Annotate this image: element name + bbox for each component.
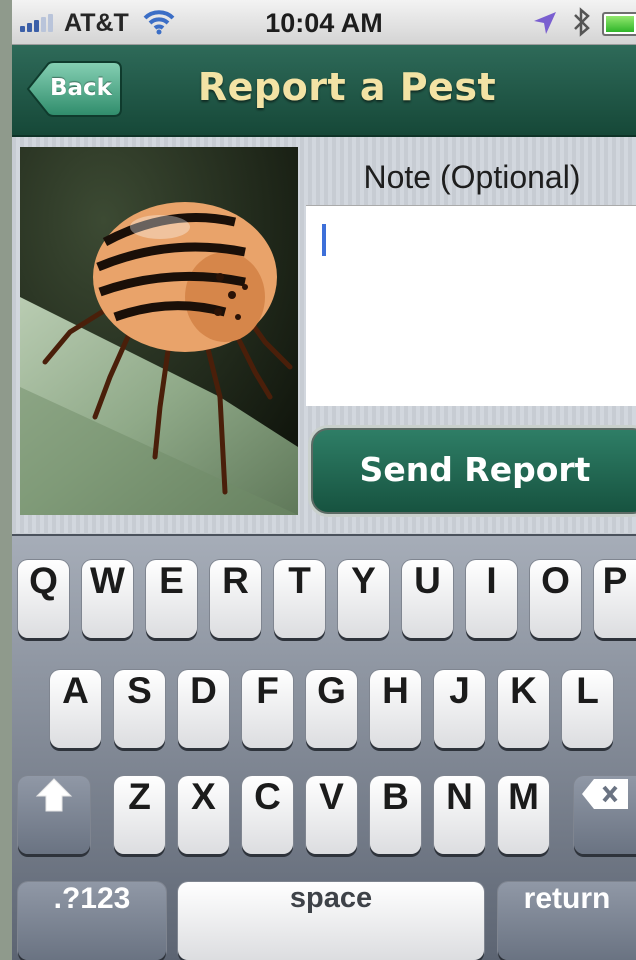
page-title: Report a Pest <box>197 65 497 109</box>
key-d[interactable]: D <box>178 670 229 748</box>
key-g[interactable]: G <box>306 670 357 748</box>
send-report-label: Send Report <box>359 450 591 489</box>
phone-screen: AT&T 10:04 AM Back Report a Pest Note (O… <box>12 0 636 960</box>
key-j[interactable]: J <box>434 670 485 748</box>
return-key[interactable]: return <box>498 882 636 960</box>
shift-arrow-icon <box>35 778 73 812</box>
key-t[interactable]: T <box>274 560 325 638</box>
key-f[interactable]: F <box>242 670 293 748</box>
key-o[interactable]: O <box>530 560 581 638</box>
key-k[interactable]: K <box>498 670 549 748</box>
key-v[interactable]: V <box>306 776 357 854</box>
key-l[interactable]: L <box>562 670 613 748</box>
key-r[interactable]: R <box>210 560 261 638</box>
delete-key[interactable] <box>574 776 636 854</box>
backspace-icon <box>582 779 628 810</box>
key-b[interactable]: B <box>370 776 421 854</box>
space-key[interactable]: space <box>178 882 484 960</box>
location-arrow-icon <box>534 12 556 34</box>
pest-photo[interactable] <box>20 147 298 515</box>
back-button-label[interactable]: Back <box>50 75 112 101</box>
key-q[interactable]: Q <box>18 560 69 638</box>
key-m[interactable]: M <box>498 776 549 854</box>
key-c[interactable]: C <box>242 776 293 854</box>
key-n[interactable]: N <box>434 776 485 854</box>
note-input[interactable] <box>306 205 636 406</box>
key-y[interactable]: Y <box>338 560 389 638</box>
navigation-bar: Back Report a Pest <box>12 45 636 137</box>
text-caret <box>322 224 326 256</box>
bluetooth-icon <box>574 7 590 37</box>
key-i[interactable]: I <box>466 560 517 638</box>
numbers-key[interactable]: .?123 <box>18 882 166 960</box>
key-x[interactable]: X <box>178 776 229 854</box>
send-report-button[interactable]: Send Report <box>308 425 636 517</box>
colorado-potato-beetle-image <box>20 147 298 515</box>
key-h[interactable]: H <box>370 670 421 748</box>
key-w[interactable]: W <box>82 560 133 638</box>
keyboard: Q W E R T Y U I O P A S D F G H J K L Z … <box>12 534 636 960</box>
key-s[interactable]: S <box>114 670 165 748</box>
key-z[interactable]: Z <box>114 776 165 854</box>
key-e[interactable]: E <box>146 560 197 638</box>
key-a[interactable]: A <box>50 670 101 748</box>
report-form: Note (Optional) Send Report <box>12 137 636 533</box>
note-label: Note (Optional) <box>363 159 581 195</box>
battery-icon <box>602 12 636 36</box>
key-u[interactable]: U <box>402 560 453 638</box>
key-p[interactable]: P <box>594 560 636 638</box>
shift-key[interactable] <box>18 776 90 854</box>
status-bar: AT&T 10:04 AM <box>12 0 636 45</box>
